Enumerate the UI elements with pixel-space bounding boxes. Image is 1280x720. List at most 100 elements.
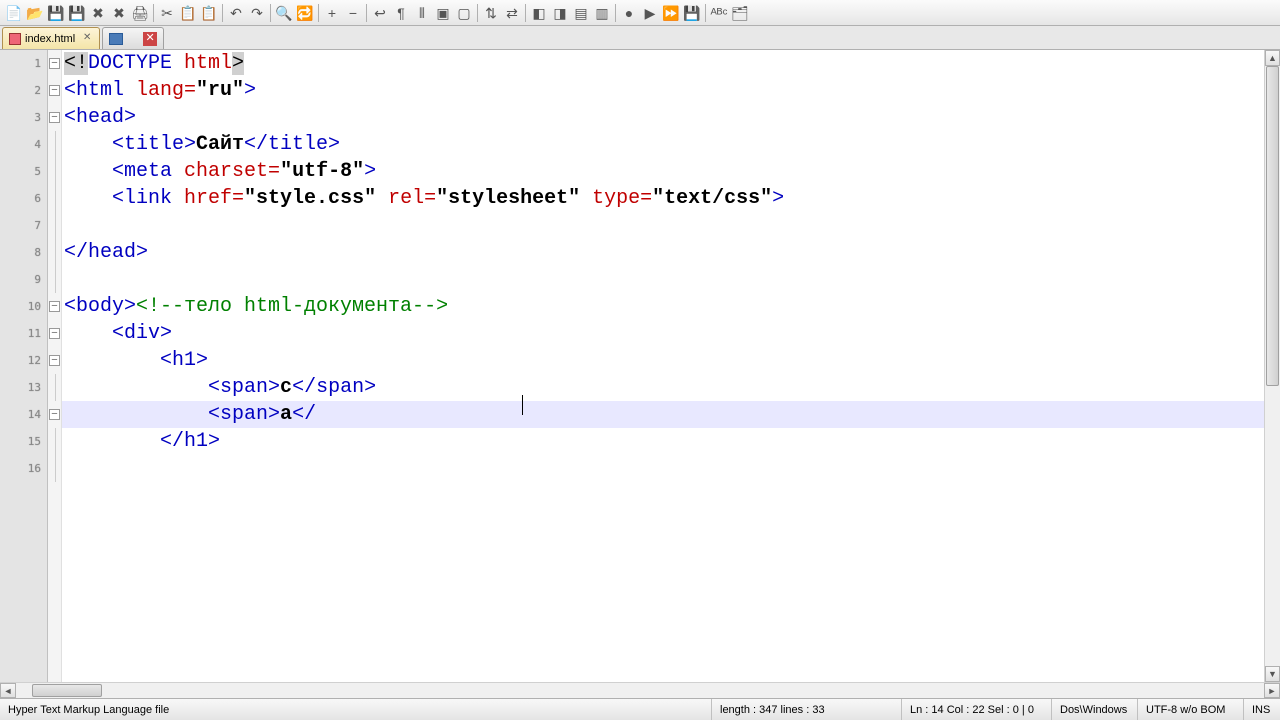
find-button[interactable]: 🔍 <box>274 3 294 23</box>
indent-guide-button[interactable]: ⦀ <box>412 3 432 23</box>
status-encoding[interactable]: UTF-8 w/o BOM <box>1138 699 1244 720</box>
fold-toggle-icon[interactable] <box>48 401 61 428</box>
copy-button[interactable]: 📋 <box>178 3 198 23</box>
code-line[interactable]: <h1> <box>62 347 1264 374</box>
fold-guide <box>48 212 61 239</box>
fold-guide <box>48 239 61 266</box>
sync-v-button[interactable]: ⇅ <box>481 3 501 23</box>
scroll-track[interactable] <box>1265 66 1280 666</box>
line-number: 8 <box>0 239 47 266</box>
unfold-all-button[interactable]: ▢ <box>454 3 474 23</box>
print-button[interactable]: 🖨 <box>130 3 150 23</box>
save-button[interactable]: 💾 <box>46 3 66 23</box>
macro-rec-button[interactable]: ● <box>619 3 639 23</box>
paste-button[interactable]: 📋 <box>199 3 219 23</box>
toolbar-separator <box>477 4 478 22</box>
code-line[interactable]: <span>а</ <box>62 401 1264 428</box>
scroll-left-button[interactable]: ◄ <box>0 683 16 698</box>
scroll-thumb[interactable] <box>32 684 102 697</box>
show-all-button[interactable]: ¶ <box>391 3 411 23</box>
fold-guide <box>48 428 61 455</box>
line-number-gutter: 12345678910111213141516 <box>0 50 48 682</box>
scroll-down-button[interactable]: ▼ <box>1265 666 1280 682</box>
code-line[interactable]: <span>с</span> <box>62 374 1264 401</box>
close-all-button[interactable]: ✖ <box>109 3 129 23</box>
code-line[interactable]: <meta charset="utf-8"> <box>62 158 1264 185</box>
horizontal-scrollbar[interactable]: ◄ ► <box>0 682 1280 698</box>
redo-button[interactable]: ↷ <box>247 3 267 23</box>
line-number: 12 <box>0 347 47 374</box>
code-editor[interactable]: <!DOCTYPE html><html lang="ru"><head> <t… <box>62 50 1264 682</box>
fold-guide <box>48 374 61 401</box>
code-line[interactable]: <div> <box>62 320 1264 347</box>
replace-button[interactable]: 🔁 <box>295 3 315 23</box>
zoom-out-button[interactable]: − <box>343 3 363 23</box>
new-button[interactable]: 📄 <box>4 3 24 23</box>
code-line[interactable]: <link href="style.css" rel="stylesheet" … <box>62 185 1264 212</box>
line-number: 11 <box>0 320 47 347</box>
tab-secondary[interactable]: ✕ <box>102 27 164 49</box>
sync-h-button[interactable]: ⇄ <box>502 3 522 23</box>
code-line[interactable]: </h1> <box>62 428 1264 455</box>
scroll-track[interactable] <box>16 683 1264 698</box>
code-line[interactable] <box>62 455 1264 482</box>
fold-guide <box>48 158 61 185</box>
fold-toggle-icon[interactable] <box>48 104 61 131</box>
close-icon[interactable]: ✕ <box>143 32 157 46</box>
toggle-2-button[interactable]: ◨ <box>550 3 570 23</box>
status-filetype: Hyper Text Markup Language file <box>0 699 712 720</box>
vertical-scrollbar[interactable]: ▲ ▼ <box>1264 50 1280 682</box>
close-icon[interactable]: ✕ <box>81 33 93 45</box>
open-button[interactable]: 📂 <box>25 3 45 23</box>
scroll-up-button[interactable]: ▲ <box>1265 50 1280 66</box>
code-line[interactable]: <head> <box>62 104 1264 131</box>
macro-play-button[interactable]: ▶ <box>640 3 660 23</box>
code-line[interactable]: <html lang="ru"> <box>62 77 1264 104</box>
line-number: 5 <box>0 158 47 185</box>
zoom-in-button[interactable]: + <box>322 3 342 23</box>
fold-toggle-icon[interactable] <box>48 347 61 374</box>
tab-bar: index.html ✕ ✕ <box>0 26 1280 50</box>
tab-label: index.html <box>25 33 75 45</box>
line-number: 4 <box>0 131 47 158</box>
status-position: Ln : 14 Col : 22 Sel : 0 | 0 <box>902 699 1052 720</box>
code-line[interactable]: <!DOCTYPE html> <box>62 50 1264 77</box>
toolbar-separator <box>615 4 616 22</box>
doc-map-button[interactable]: 🗂 <box>730 3 750 23</box>
fold-toggle-icon[interactable] <box>48 77 61 104</box>
scroll-right-button[interactable]: ► <box>1264 683 1280 698</box>
toggle-4-button[interactable]: ▥ <box>592 3 612 23</box>
fold-guide <box>48 455 61 482</box>
status-bar: Hyper Text Markup Language file length :… <box>0 698 1280 720</box>
fold-guide <box>48 185 61 212</box>
status-mode[interactable]: INS <box>1244 699 1280 720</box>
macro-play-multi-button[interactable]: ⏩ <box>661 3 681 23</box>
scroll-thumb[interactable] <box>1266 66 1279 386</box>
macro-save-button[interactable]: 💾 <box>682 3 702 23</box>
code-line[interactable] <box>62 212 1264 239</box>
undo-button[interactable]: ↶ <box>226 3 246 23</box>
code-line[interactable]: <body><!--тело html-документа--> <box>62 293 1264 320</box>
fold-all-button[interactable]: ▣ <box>433 3 453 23</box>
line-number: 16 <box>0 455 47 482</box>
toolbar-separator <box>525 4 526 22</box>
spellcheck-button[interactable]: ᴬᴮᶜ <box>709 3 729 23</box>
status-eol[interactable]: Dos\Windows <box>1052 699 1138 720</box>
close-button[interactable]: ✖ <box>88 3 108 23</box>
code-line[interactable] <box>62 266 1264 293</box>
fold-toggle-icon[interactable] <box>48 320 61 347</box>
toolbar-separator <box>270 4 271 22</box>
code-line[interactable]: </head> <box>62 239 1264 266</box>
tab-index-html[interactable]: index.html ✕ <box>2 27 100 49</box>
fold-toggle-icon[interactable] <box>48 50 61 77</box>
toggle-3-button[interactable]: ▤ <box>571 3 591 23</box>
line-number: 9 <box>0 266 47 293</box>
toolbar-separator <box>366 4 367 22</box>
cut-button[interactable]: ✂ <box>157 3 177 23</box>
fold-toggle-icon[interactable] <box>48 293 61 320</box>
toggle-1-button[interactable]: ◧ <box>529 3 549 23</box>
wrap-button[interactable]: ↩ <box>370 3 390 23</box>
code-line[interactable]: <title>Сайт</title> <box>62 131 1264 158</box>
fold-column <box>48 50 62 682</box>
save-all-button[interactable]: 💾 <box>67 3 87 23</box>
